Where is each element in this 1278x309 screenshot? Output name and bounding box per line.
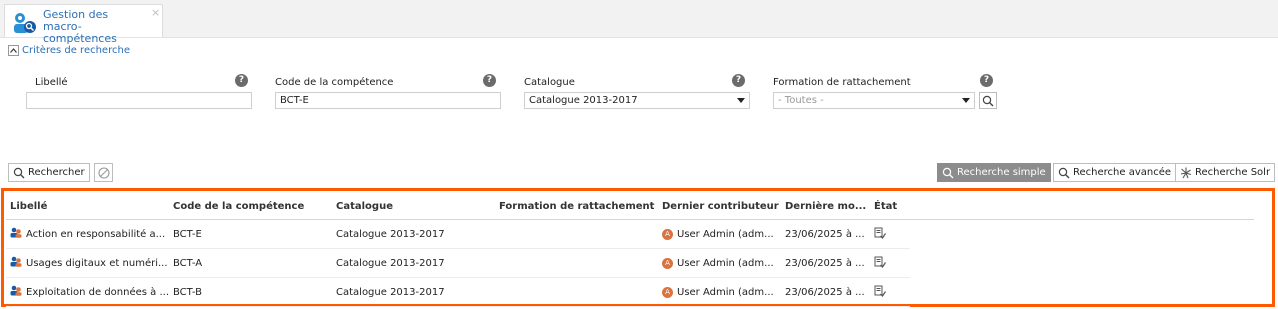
column-header-etat[interactable]: État	[870, 193, 910, 220]
table-row[interactable]: Action en responsabilité a... BCT-E Cata…	[6, 219, 1254, 249]
catalogue-select[interactable]: Catalogue 2013-2017	[524, 92, 750, 109]
libelle-value: Exploitation de données à ...	[26, 286, 169, 298]
chevron-down-icon	[737, 98, 745, 103]
solr-search-label: Recherche Solr	[1195, 167, 1271, 178]
formation-placeholder: - Toutes -	[778, 95, 824, 106]
chevron-down-icon	[962, 98, 970, 103]
cell-libelle[interactable]: Usages digitaux et numéri...	[6, 248, 169, 278]
column-header-libelle[interactable]: Libellé	[6, 193, 169, 220]
table-row[interactable]: Usages digitaux et numéri... BCT-A Catal…	[6, 248, 1254, 278]
cell-libelle[interactable]: Exploitation de données à ...	[6, 277, 169, 307]
cell-etat[interactable]	[870, 219, 910, 249]
cell-code: BCT-A	[169, 248, 332, 278]
formation-search-button[interactable]	[979, 92, 997, 109]
help-icon[interactable]: ?	[980, 74, 993, 87]
avatar-icon: A	[662, 257, 673, 269]
search-button[interactable]: Rechercher	[8, 163, 90, 182]
simple-search-label: Recherche simple	[957, 167, 1046, 178]
column-header-filler	[910, 193, 1254, 220]
cell-date: 23/06/2025 à ...	[781, 248, 870, 278]
reset-button[interactable]	[94, 163, 113, 182]
libelle-value: Usages digitaux et numéri...	[26, 257, 168, 269]
cell-filler	[910, 220, 1254, 249]
tab-strip: Gestion des macro-compétences ×	[0, 0, 1278, 45]
help-icon[interactable]: ?	[732, 74, 745, 87]
cell-etat[interactable]	[870, 248, 910, 278]
close-icon[interactable]: ×	[151, 6, 160, 19]
advanced-search-label: Recherche avancée	[1073, 167, 1172, 178]
cell-contributeur: A User Admin (adm...	[658, 248, 781, 278]
edit-status-icon[interactable]	[874, 227, 886, 242]
results-panel: Libellé Code de la compétence Catalogue …	[1, 188, 1275, 307]
cell-code: BCT-B	[169, 277, 332, 307]
search-icon	[1058, 167, 1070, 178]
code-label: Code de la compétence	[275, 77, 394, 88]
formation-select[interactable]: - Toutes -	[773, 92, 975, 109]
edit-status-icon[interactable]	[874, 256, 886, 271]
column-header-derniere-modification[interactable]: Dernière mo...	[781, 193, 870, 220]
cell-formation	[495, 277, 658, 307]
table-row[interactable]: Exploitation de données à ... BCT-B Cata…	[6, 277, 1254, 307]
search-button-label: Rechercher	[28, 167, 85, 178]
contributeur-value: User Admin (adm...	[677, 228, 774, 240]
libelle-input[interactable]	[26, 92, 252, 109]
libelle-label: Libellé	[35, 77, 68, 88]
libelle-value: Action en responsabilité a...	[26, 228, 166, 240]
cell-catalogue: Catalogue 2013-2017	[332, 219, 495, 249]
search-icon	[982, 95, 994, 106]
criteria-toggle-label: Critères de recherche	[22, 45, 130, 56]
solr-icon	[1180, 167, 1192, 178]
reset-icon	[97, 166, 110, 179]
cell-date: 23/06/2025 à ...	[781, 277, 870, 307]
cell-filler	[910, 249, 1254, 278]
column-header-formation[interactable]: Formation de rattachement	[495, 193, 658, 220]
cell-formation	[495, 248, 658, 278]
competence-row-icon	[10, 256, 22, 270]
cell-date: 23/06/2025 à ...	[781, 219, 870, 249]
cell-formation	[495, 219, 658, 249]
chevron-up-icon	[8, 45, 19, 56]
help-icon[interactable]: ?	[483, 74, 496, 87]
search-icon	[13, 167, 25, 178]
tab-title: Gestion des macro-compétences	[43, 8, 117, 45]
cell-code: BCT-E	[169, 219, 332, 249]
column-header-contributeur[interactable]: Dernier contributeur	[658, 193, 781, 220]
simple-search-button[interactable]: Recherche simple	[937, 163, 1051, 182]
help-icon[interactable]: ?	[235, 74, 248, 87]
cell-etat[interactable]	[870, 277, 910, 307]
cell-contributeur: A User Admin (adm...	[658, 219, 781, 249]
cell-contributeur: A User Admin (adm...	[658, 277, 781, 307]
cell-catalogue: Catalogue 2013-2017	[332, 248, 495, 278]
column-header-catalogue[interactable]: Catalogue	[332, 193, 495, 220]
cell-libelle[interactable]: Action en responsabilité a...	[6, 219, 169, 249]
cell-filler	[910, 278, 1254, 307]
edit-status-icon[interactable]	[874, 285, 886, 300]
avatar-icon: A	[662, 286, 673, 298]
criteria-toggle[interactable]: Critères de recherche	[8, 45, 130, 56]
contributeur-value: User Admin (adm...	[677, 286, 774, 298]
catalogue-label: Catalogue	[524, 77, 575, 88]
competences-tab-icon	[12, 10, 38, 36]
table-header-row: Libellé Code de la compétence Catalogue …	[6, 193, 1254, 220]
code-input[interactable]: BCT-E	[275, 92, 501, 109]
cell-catalogue: Catalogue 2013-2017	[332, 277, 495, 307]
column-header-code[interactable]: Code de la compétence	[169, 193, 332, 220]
contributeur-value: User Admin (adm...	[677, 257, 774, 269]
tab-gestion-macro-competences[interactable]: Gestion des macro-compétences ×	[4, 4, 163, 45]
search-icon	[942, 167, 954, 178]
results-table: Libellé Code de la compétence Catalogue …	[6, 193, 1254, 307]
catalogue-selected-value: Catalogue 2013-2017	[529, 95, 638, 106]
formation-label: Formation de rattachement	[773, 77, 911, 88]
advanced-search-button[interactable]: Recherche avancée	[1053, 163, 1177, 182]
competence-row-icon	[10, 227, 22, 241]
competence-row-icon	[10, 285, 22, 299]
avatar-icon: A	[662, 228, 673, 240]
solr-search-button[interactable]: Recherche Solr	[1175, 163, 1276, 182]
